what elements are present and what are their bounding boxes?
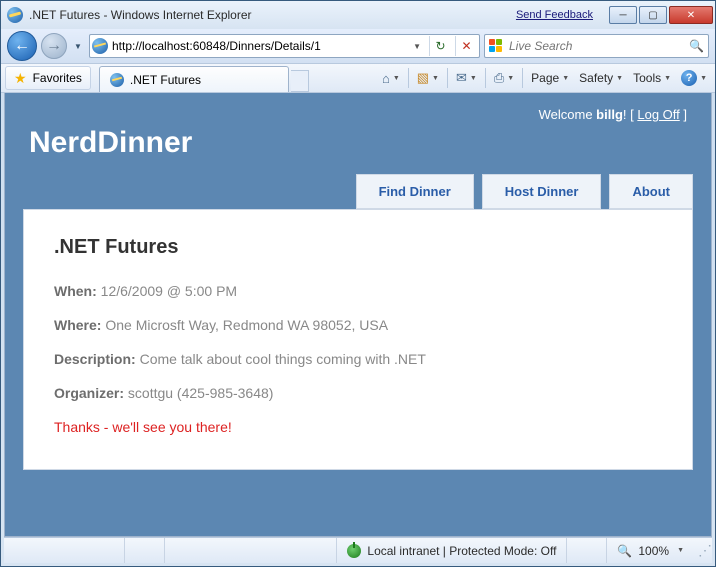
login-status: Welcome billg! [ Log Off ] — [23, 101, 693, 122]
help-icon: ? — [681, 70, 697, 86]
rsvp-confirmation: Thanks - we'll see you there! — [54, 419, 662, 435]
tools-menu[interactable]: Tools▼ — [629, 66, 675, 90]
nav-find-dinner[interactable]: Find Dinner — [356, 174, 474, 209]
stop-button[interactable]: ✕ — [455, 36, 477, 56]
address-input[interactable] — [112, 39, 405, 53]
chevron-down-icon: ▼ — [677, 547, 684, 554]
status-empty-2 — [124, 538, 164, 563]
titlebar: .NET Futures - Windows Internet Explorer… — [1, 1, 715, 29]
tab-page-icon — [110, 73, 124, 87]
status-empty-4 — [566, 538, 606, 563]
ie-icon — [7, 7, 23, 23]
forward-button[interactable]: → — [41, 33, 67, 59]
home-button[interactable]: ⌂▼ — [378, 66, 404, 90]
dinner-when: When: 12/6/2009 @ 5:00 PM — [54, 283, 662, 299]
rss-icon: ▧ — [417, 70, 429, 86]
mail-icon: ✉ — [456, 70, 467, 86]
dinner-description: Description: Come talk about cool things… — [54, 351, 662, 367]
site-logo[interactable]: NerdDinner — [23, 122, 693, 174]
recent-pages-dropdown[interactable]: ▼ — [71, 33, 85, 59]
arrow-right-icon: → — [46, 37, 62, 55]
minimize-button[interactable]: ─ — [609, 6, 637, 24]
main-panel: .NET Futures When: 12/6/2009 @ 5:00 PM W… — [23, 209, 693, 470]
print-icon: ⎙ — [494, 70, 504, 86]
home-icon: ⌂ — [382, 71, 390, 86]
refresh-button[interactable]: ↻ — [429, 36, 451, 56]
nav-about[interactable]: About — [609, 174, 693, 209]
live-search-icon — [489, 39, 503, 53]
stop-icon: ✕ — [461, 39, 471, 53]
dinner-where: Where: One Microsft Way, Redmond WA 9805… — [54, 317, 662, 333]
back-button[interactable]: ← — [7, 31, 37, 61]
feeds-button[interactable]: ▧▼ — [413, 66, 443, 90]
window-title: .NET Futures - Windows Internet Explorer — [29, 8, 252, 22]
read-mail-button[interactable]: ✉▼ — [452, 66, 481, 90]
dinner-organizer: Organizer: scottgu (425-985-3648) — [54, 385, 662, 401]
site-body: Welcome billg! [ Log Off ] NerdDinner Fi… — [5, 93, 711, 482]
address-bar: ▼ ↻ ✕ — [89, 34, 480, 58]
zoom-icon: 🔍 — [617, 544, 632, 558]
page-menu[interactable]: Page▼ — [527, 66, 573, 90]
tab-title: .NET Futures — [130, 73, 201, 87]
magnifier-icon: 🔍 — [689, 39, 704, 53]
new-tab-button[interactable] — [291, 70, 309, 92]
content-viewport: Welcome billg! [ Log Off ] NerdDinner Fi… — [4, 93, 712, 537]
maximize-button[interactable]: ▢ — [639, 6, 667, 24]
nav-host-dinner[interactable]: Host Dinner — [482, 174, 602, 209]
command-bar: ★ Favorites .NET Futures ⌂▼ ▧▼ ✉▼ ⎙▼ Pag… — [1, 63, 715, 93]
send-feedback-link[interactable]: Send Feedback — [516, 9, 593, 21]
nav-row: ← → ▼ ▼ ↻ ✕ 🔍 — [1, 29, 715, 63]
print-button[interactable]: ⎙▼ — [490, 66, 518, 90]
help-button[interactable]: ?▼ — [677, 66, 711, 90]
safety-menu[interactable]: Safety▼ — [575, 66, 627, 90]
refresh-icon: ↻ — [435, 39, 445, 53]
ie-window: .NET Futures - Windows Internet Explorer… — [0, 0, 716, 567]
welcome-prefix: Welcome — [539, 107, 597, 122]
dinner-title: .NET Futures — [54, 236, 662, 259]
arrow-left-icon: ← — [14, 37, 30, 55]
star-icon: ★ — [14, 70, 27, 87]
welcome-suffix: ! — [623, 107, 630, 122]
address-dropdown[interactable]: ▼ — [409, 42, 425, 51]
page-icon — [92, 38, 108, 54]
search-box: 🔍 — [484, 34, 709, 58]
close-button[interactable]: ✕ — [669, 6, 713, 24]
security-zone[interactable]: Local intranet | Protected Mode: Off — [336, 538, 566, 563]
intranet-icon — [347, 544, 361, 558]
site-nav: Find Dinner Host Dinner About — [23, 174, 693, 209]
resize-grip[interactable]: ⋰ — [694, 542, 712, 559]
search-input[interactable] — [509, 39, 683, 53]
browser-tab[interactable]: .NET Futures — [99, 66, 289, 92]
welcome-username: billg — [596, 107, 623, 122]
status-empty-1 — [4, 538, 124, 563]
status-bar: Local intranet | Protected Mode: Off 🔍 1… — [4, 537, 712, 563]
zone-text: Local intranet | Protected Mode: Off — [367, 544, 556, 558]
zoom-control[interactable]: 🔍 100% ▼ — [606, 538, 694, 563]
zoom-value: 100% — [638, 544, 669, 558]
status-empty-3 — [164, 538, 336, 563]
favorites-label: Favorites — [33, 71, 82, 85]
favorites-button[interactable]: ★ Favorites — [5, 66, 91, 90]
search-button[interactable]: 🔍 — [689, 39, 704, 53]
logoff-link[interactable]: Log Off — [637, 107, 679, 122]
